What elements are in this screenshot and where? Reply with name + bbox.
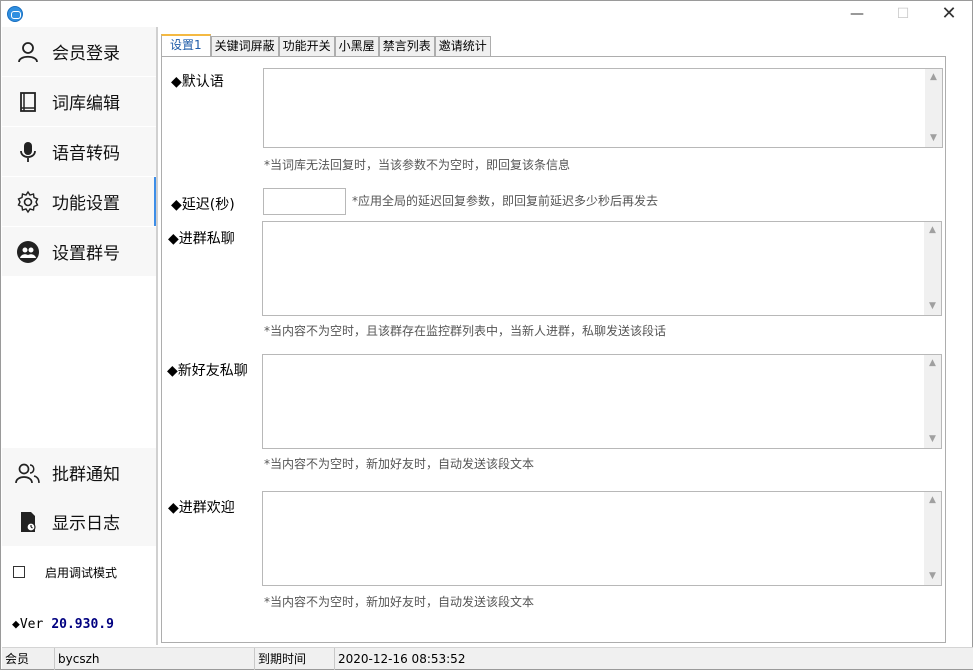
default-reply-hint: *当词库无法回复时，当该参数不为空时，即回复该条信息 (264, 158, 571, 172)
users-icon (15, 460, 41, 486)
microphone-icon (15, 139, 41, 165)
log-file-icon (15, 509, 41, 535)
new-friend-private-scrollbar[interactable]: ▲ ▼ (924, 355, 941, 448)
group-icon (15, 239, 41, 265)
default-reply-label: ◆默认语 (171, 74, 224, 90)
close-button[interactable]: ✕ (926, 1, 972, 27)
delay-input[interactable] (263, 188, 346, 215)
scroll-up-icon[interactable]: ▲ (925, 69, 942, 86)
sidebar-item-group-number[interactable]: 设置群号 (2, 227, 156, 276)
sidebar: 会员登录 词库编辑 语音转码 功能设置 设置群号 批群通知 显示日志 启用调试模… (2, 27, 158, 645)
debug-mode-label: 启用调试模式 (45, 565, 118, 580)
tab-settings1[interactable]: 设置1 (161, 34, 211, 57)
status-member-value: bycszh (55, 648, 255, 670)
book-icon (15, 89, 41, 115)
sidebar-item-label: 词库编辑 (52, 94, 120, 114)
tab-function-switch[interactable]: 功能开关 (278, 36, 335, 57)
default-reply-scrollbar[interactable]: ▲ ▼ (925, 69, 942, 147)
delay-label: ◆延迟(秒) (171, 197, 235, 213)
title-bar: — ☐ ✕ (1, 1, 972, 27)
delay-hint: *应用全局的延迟回复参数，即回复前延迟多少秒后再发去 (352, 194, 659, 208)
status-expire-label: 到期时间 (255, 648, 335, 670)
scroll-down-icon[interactable]: ▼ (924, 431, 941, 448)
sidebar-item-voice-transcode[interactable]: 语音转码 (2, 127, 156, 176)
debug-mode-row[interactable]: 启用调试模式 (2, 557, 156, 587)
new-friend-private-hint: *当内容不为空时，新加好友时，自动发送该段文本 (264, 457, 535, 471)
settings-tabs: 设置1 关键词屏蔽 功能开关 小黑屋 禁言列表 邀请统计 (161, 34, 491, 57)
version-prefix: ◆Ver (12, 617, 44, 632)
sidebar-item-label: 设置群号 (52, 244, 120, 264)
sidebar-item-label: 功能设置 (52, 194, 120, 214)
sidebar-item-batch-group-notice[interactable]: 批群通知 (2, 448, 156, 497)
sidebar-item-show-log[interactable]: 显示日志 (2, 497, 156, 546)
tab-mute-list[interactable]: 禁言列表 (378, 36, 435, 57)
sidebar-item-label: 会员登录 (52, 44, 120, 64)
debug-mode-checkbox[interactable] (13, 566, 25, 578)
gear-icon (15, 189, 41, 215)
maximize-button[interactable]: ☐ (880, 1, 926, 27)
sidebar-item-lexicon-edit[interactable]: 词库编辑 (2, 77, 156, 126)
main-window: — ☐ ✕ 会员登录 词库编辑 语音转码 功能设置 设置群号 批群通知 显示日志… (0, 0, 973, 670)
scroll-down-icon[interactable]: ▼ (925, 130, 942, 147)
status-bar: 会员 bycszh 到期时间 2020-12-16 08:53:52 (2, 647, 973, 670)
join-private-hint: *当内容不为空时，且该群存在监控群列表中，当新人进群，私聊发送该段话 (264, 324, 667, 338)
new-friend-private-textarea[interactable]: ▲ ▼ (262, 354, 942, 449)
tab-invite-stats[interactable]: 邀请统计 (434, 36, 491, 57)
version-label: ◆Ver 20.930.9 (12, 617, 114, 632)
app-icon (7, 6, 23, 22)
user-icon (15, 39, 41, 65)
join-welcome-scrollbar[interactable]: ▲ ▼ (924, 492, 941, 585)
sidebar-item-label: 语音转码 (52, 144, 120, 164)
join-welcome-label: ◆进群欢迎 (168, 500, 235, 516)
sidebar-divider (156, 27, 158, 645)
minimize-button[interactable]: — (834, 1, 880, 27)
scroll-up-icon[interactable]: ▲ (924, 492, 941, 509)
tab-blacklist-room[interactable]: 小黑屋 (334, 36, 379, 57)
join-private-textarea[interactable]: ▲ ▼ (262, 221, 942, 316)
scroll-up-icon[interactable]: ▲ (924, 222, 941, 239)
join-private-label: ◆进群私聊 (168, 231, 235, 247)
join-welcome-textarea[interactable]: ▲ ▼ (262, 491, 942, 586)
scroll-up-icon[interactable]: ▲ (924, 355, 941, 372)
default-reply-textarea[interactable]: ▲ ▼ (263, 68, 943, 148)
join-welcome-hint: *当内容不为空时，新加好友时，自动发送该段文本 (264, 595, 535, 609)
sidebar-item-member-login[interactable]: 会员登录 (2, 27, 156, 76)
settings-panel: ◆默认语 ▲ ▼ *当词库无法回复时，当该参数不为空时，即回复该条信息 ◆延迟(… (161, 56, 946, 643)
version-number: 20.930.9 (51, 617, 114, 632)
scroll-down-icon[interactable]: ▼ (924, 298, 941, 315)
tab-keyword-block[interactable]: 关键词屏蔽 (210, 36, 279, 57)
new-friend-private-label: ◆新好友私聊 (167, 363, 248, 379)
sidebar-item-label: 批群通知 (52, 465, 120, 485)
sidebar-item-label: 显示日志 (52, 514, 120, 534)
join-private-scrollbar[interactable]: ▲ ▼ (924, 222, 941, 315)
scroll-down-icon[interactable]: ▼ (924, 568, 941, 585)
status-member-label: 会员 (2, 648, 55, 670)
sidebar-item-function-settings[interactable]: 功能设置 (2, 177, 158, 226)
status-expire-value: 2020-12-16 08:53:52 (338, 652, 466, 666)
